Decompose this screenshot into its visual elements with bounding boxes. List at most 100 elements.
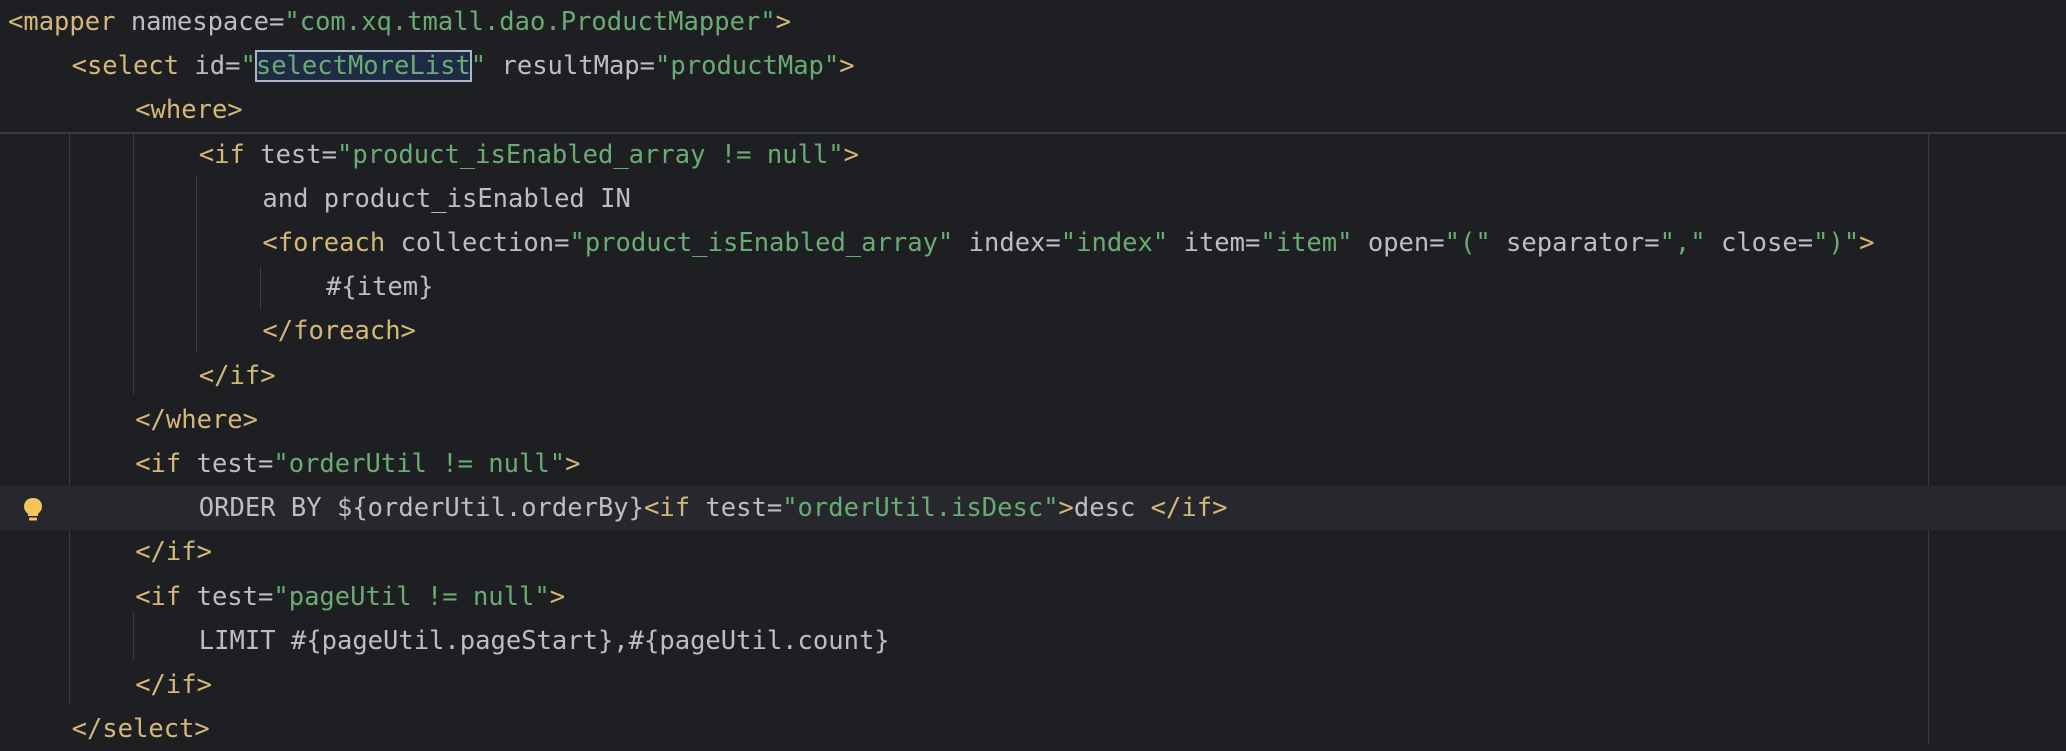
lightbulb-icon[interactable] xyxy=(22,497,44,523)
code-line[interactable]: </if> xyxy=(0,354,2066,398)
code-token: </if> xyxy=(198,360,276,391)
code-line-text: LIMIT #{pageUtil.pageStart},#{pageUtil.c… xyxy=(199,619,890,663)
code-token: index xyxy=(953,228,1046,258)
code-token: <foreach xyxy=(262,228,386,258)
code-token: namespace xyxy=(115,7,269,37)
code-token: </if> xyxy=(135,537,212,568)
code-token: > xyxy=(1058,493,1074,524)
code-token: close xyxy=(1705,228,1798,258)
code-token: "(" xyxy=(1444,228,1491,258)
code-token: "orderUtil.isDesc" xyxy=(782,493,1059,524)
code-token: = xyxy=(225,51,241,82)
code-token: = xyxy=(1797,228,1814,258)
code-token: "product_isEnabled_array" xyxy=(569,228,954,258)
code-line[interactable]: </if> xyxy=(0,530,2066,574)
code-line-text: </select> xyxy=(72,707,210,751)
code-token: </if> xyxy=(135,670,212,700)
code-token: = xyxy=(1045,228,1061,258)
code-line-text: <if test="orderUtil != null"> xyxy=(135,442,580,486)
code-line-text: <select id="selectMoreList" resultMap="p… xyxy=(72,44,855,88)
code-line-text: </if> xyxy=(135,663,212,707)
code-line[interactable]: <if test="orderUtil != null"> xyxy=(0,442,2066,486)
code-token: "item" xyxy=(1260,228,1353,258)
code-line-text: </if> xyxy=(199,354,276,398)
code-token: id xyxy=(179,51,226,82)
code-token: = xyxy=(321,139,337,170)
code-token: desc xyxy=(1073,493,1151,524)
code-line[interactable]: </select> xyxy=(0,707,2066,751)
code-token: test xyxy=(690,493,767,524)
code-token: LIMIT #{pageUtil.pageStart},#{pageUtil.c… xyxy=(198,625,890,656)
code-line[interactable]: <foreach collection="product_isEnabled_a… xyxy=(0,221,2066,265)
code-line-text: ORDER BY ${orderUtil.orderBy}<if test="o… xyxy=(199,486,1228,530)
code-token: </if> xyxy=(1150,493,1228,524)
code-token: = xyxy=(258,449,274,479)
code-token: = xyxy=(639,51,656,82)
code-line[interactable]: <if test="pageUtil != null"> xyxy=(0,575,2066,619)
code-token: <where> xyxy=(135,95,243,126)
code-token: item xyxy=(1168,228,1245,258)
code-line[interactable]: #{item} xyxy=(0,265,2066,309)
code-token: <mapper xyxy=(8,7,116,37)
code-token: " xyxy=(470,51,487,82)
code-token: = xyxy=(258,581,274,612)
code-token: <if xyxy=(135,581,182,612)
code-line[interactable]: <mapper namespace="com.xq.tmall.dao.Prod… xyxy=(0,0,2066,44)
code-line[interactable]: and product_isEnabled IN xyxy=(0,177,2066,221)
code-line[interactable]: </if> xyxy=(0,663,2066,707)
code-token: > xyxy=(775,7,791,37)
code-token: </where> xyxy=(135,404,259,435)
code-token: "com.xq.tmall.dao.ProductMapper" xyxy=(284,7,776,37)
code-token: > xyxy=(843,139,859,170)
code-token: = xyxy=(766,493,783,524)
code-token: "," xyxy=(1659,228,1706,258)
code-token: open xyxy=(1352,228,1430,258)
code-token: = xyxy=(1429,228,1445,258)
code-line[interactable]: <select id="selectMoreList" resultMap="p… xyxy=(0,44,2066,88)
code-token: > xyxy=(565,449,581,479)
code-token: "productMap" xyxy=(655,51,840,82)
selected-identifier: selectMoreList xyxy=(254,50,472,83)
code-line-text: <if test="product_isEnabled_array != nul… xyxy=(199,133,859,177)
code-token: separator xyxy=(1490,228,1645,258)
code-line-text: </foreach> xyxy=(262,309,416,353)
code-token: "product_isEnabled_array != null" xyxy=(336,139,844,170)
code-token: <if xyxy=(198,139,245,170)
code-line[interactable]: LIMIT #{pageUtil.pageStart},#{pageUtil.c… xyxy=(0,619,2066,663)
code-token: > xyxy=(549,581,566,612)
code-line-text: </where> xyxy=(135,398,258,442)
code-token: <if xyxy=(644,493,691,524)
code-token: > xyxy=(839,51,855,82)
code-token: collection xyxy=(385,228,555,258)
code-token: test xyxy=(181,449,259,479)
code-token: > xyxy=(1859,228,1875,258)
code-token: and product_isEnabled IN xyxy=(262,183,631,214)
code-token: resultMap xyxy=(486,51,640,82)
code-token: #{item} xyxy=(326,272,434,303)
code-line-text: #{item} xyxy=(326,265,433,309)
code-editor[interactable]: <mapper namespace="com.xq.tmall.dao.Prod… xyxy=(0,0,2066,744)
code-token: <if xyxy=(135,449,182,479)
code-line[interactable]: <if test="product_isEnabled_array != nul… xyxy=(0,133,2066,177)
code-token: ORDER BY ${orderUtil.orderBy} xyxy=(198,493,645,524)
code-token: <select xyxy=(71,51,180,82)
code-token: = xyxy=(554,228,570,258)
code-line-text: and product_isEnabled IN xyxy=(262,177,630,221)
code-line-text: <mapper namespace="com.xq.tmall.dao.Prod… xyxy=(8,0,791,44)
code-line[interactable]: </where> xyxy=(0,398,2066,442)
code-token: "pageUtil != null" xyxy=(273,581,550,612)
code-token: " xyxy=(240,51,256,82)
code-token: = xyxy=(1644,228,1660,258)
code-token: </foreach> xyxy=(262,316,416,347)
code-line-text: <foreach collection="product_isEnabled_a… xyxy=(262,221,1874,265)
code-line[interactable]: ORDER BY ${orderUtil.orderBy}<if test="o… xyxy=(0,486,2066,531)
code-token: "index" xyxy=(1060,228,1169,258)
code-token: = xyxy=(269,7,285,37)
code-line[interactable]: </foreach> xyxy=(0,309,2066,353)
code-token: test xyxy=(244,139,322,170)
code-line-text: <if test="pageUtil != null"> xyxy=(135,575,565,619)
code-line[interactable]: <where> xyxy=(0,88,2066,132)
code-token: </select> xyxy=(71,714,210,745)
code-token: test xyxy=(181,581,259,612)
code-token: "orderUtil != null" xyxy=(273,449,566,479)
